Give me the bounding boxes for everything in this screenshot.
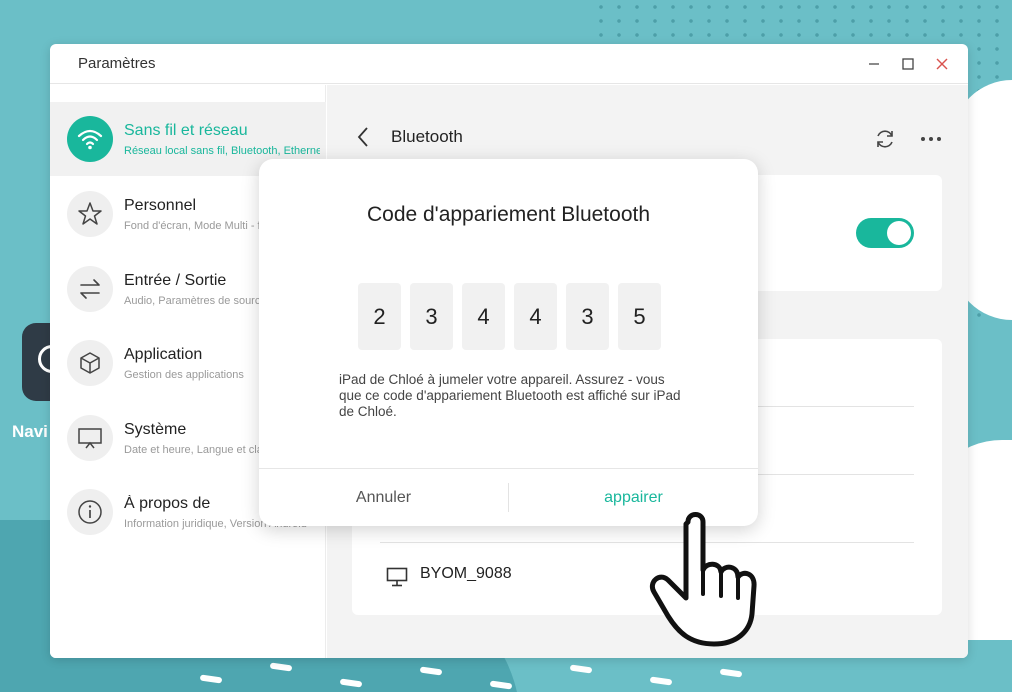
code-digit: 4	[514, 283, 557, 350]
code-digit: 3	[566, 283, 609, 350]
code-digit: 2	[358, 283, 401, 350]
maximize-button[interactable]	[900, 56, 916, 72]
refresh-button[interactable]	[874, 128, 896, 155]
dialog-title: Code d'appariement Bluetooth	[366, 203, 651, 226]
pairing-dialog: Code d'appariement Bluetooth 2 3 4 4 3 5…	[259, 159, 758, 526]
minimize-icon	[869, 62, 879, 65]
code-digit: 5	[618, 283, 661, 350]
code-digit: 3	[410, 283, 453, 350]
cancel-button[interactable]: Annuler	[259, 469, 508, 526]
window-title: Paramètres	[78, 55, 156, 72]
sidebar-item-subtitle: Réseau local sans fil, Bluetooth, Ethern…	[124, 144, 320, 157]
close-icon	[936, 58, 948, 69]
title-bar: Paramètres	[50, 44, 968, 84]
minimize-button[interactable]	[866, 56, 882, 72]
more-icon	[921, 137, 941, 141]
close-button[interactable]	[934, 56, 950, 72]
swap-arrows-icon	[67, 266, 113, 312]
monitor-icon	[386, 567, 408, 587]
page-title: Bluetooth	[391, 127, 463, 146]
device-item-byom[interactable]: BYOM_9088	[380, 543, 914, 611]
pairing-code: 2 3 4 4 3 5	[358, 283, 661, 350]
wifi-icon	[67, 116, 113, 162]
desktop-icon-label: Navi	[12, 422, 48, 441]
background-dashes	[190, 660, 770, 692]
refresh-icon	[877, 130, 893, 148]
bluetooth-toggle[interactable]	[856, 218, 914, 248]
more-options-button[interactable]	[920, 128, 942, 155]
info-icon	[67, 489, 113, 535]
back-button[interactable]	[357, 125, 377, 149]
pointing-hand-icon	[650, 512, 757, 647]
presentation-icon	[67, 415, 113, 461]
dialog-message: iPad de Chloé à jumeler votre appareil. …	[339, 372, 681, 419]
maximize-icon	[902, 57, 914, 70]
chevron-left-icon	[357, 127, 368, 147]
cube-icon	[67, 340, 113, 386]
device-name: BYOM_9088	[420, 565, 512, 582]
star-icon	[67, 191, 113, 237]
sidebar-item-label: Sans fil et réseau	[124, 121, 248, 139]
code-digit: 4	[462, 283, 505, 350]
